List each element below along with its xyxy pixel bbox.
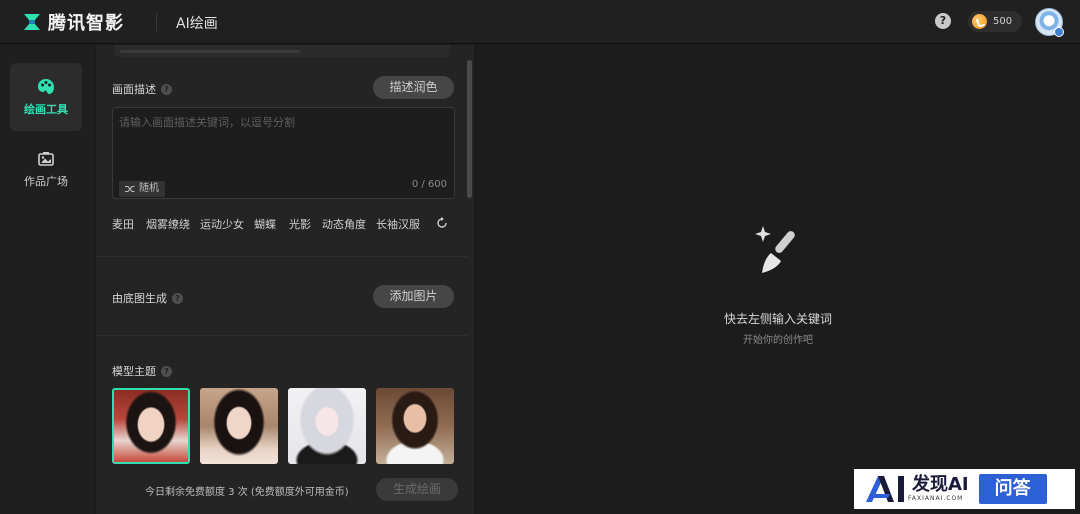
model-theme-label: 模型主题 ?: [112, 363, 172, 379]
page-title: AI绘画: [176, 16, 218, 32]
brush-sparkle-icon: [755, 226, 795, 273]
coin-balance[interactable]: 500: [968, 11, 1022, 32]
watermark-subtext: FAXIANAI.COM: [908, 495, 964, 502]
model-thumbnail[interactable]: [112, 388, 190, 464]
sidebar-item-gallery[interactable]: 作品广场: [10, 135, 82, 203]
portrait-image: [200, 388, 278, 464]
empty-state-subtitle: 开始你的创作吧: [743, 335, 813, 346]
avatar-badge-icon: [1054, 27, 1064, 37]
previous-section-stub: [114, 45, 450, 57]
brand-logo[interactable]: 腾讯智影: [22, 10, 124, 34]
question-icon[interactable]: ?: [161, 83, 172, 95]
tag-chip[interactable]: 运动少女: [200, 216, 244, 232]
refresh-icon[interactable]: [435, 216, 449, 230]
keyword-tags: 麦田 烟雾缭绕 运动少女 蝴蝶 光影 动态角度 长袖汉服: [112, 216, 456, 232]
sidebar: 绘画工具 作品广场: [0, 45, 94, 514]
top-bar: 腾讯智影 AI绘画 ? 500: [0, 0, 1080, 44]
polish-description-button[interactable]: 描述润色: [373, 76, 454, 99]
sidebar-item-label: 作品广场: [24, 175, 68, 188]
add-image-button[interactable]: 添加图片: [373, 285, 454, 308]
gallery-icon: [38, 152, 54, 166]
free-quota-text: 今日剩余免费额度 3 次 (免费额度外可用金币): [145, 487, 349, 498]
description-label-text: 画面描述: [112, 83, 156, 96]
tag-chip[interactable]: 烟雾缭绕: [146, 216, 190, 232]
watermark-logo-icon: [866, 476, 904, 502]
coin-icon: [972, 14, 987, 29]
tag-chip[interactable]: 长袖汉服: [376, 216, 420, 232]
model-theme-label-text: 模型主题: [112, 365, 156, 378]
watermark-text: 发现AI: [912, 474, 969, 495]
editor-panel: 画面描述 ? 描述润色 请输入画面描述关键词，以逗号分割 随机 0 / 600 …: [96, 45, 474, 514]
tag-chip[interactable]: 动态角度: [322, 216, 366, 232]
model-thumbnail[interactable]: [376, 388, 454, 464]
model-thumbnail[interactable]: [200, 388, 278, 464]
description-textarea[interactable]: 请输入画面描述关键词，以逗号分割 随机 0 / 600: [112, 107, 455, 199]
divider: [96, 256, 468, 257]
sidebar-item-drawing-tools[interactable]: 绘画工具: [10, 63, 82, 131]
watermark-text-block: 发现AI FAXIANAI.COM: [908, 474, 969, 503]
question-icon[interactable]: ?: [161, 365, 172, 377]
avatar[interactable]: [1035, 8, 1064, 37]
model-thumbnail[interactable]: [288, 388, 366, 464]
editor-scrollbar[interactable]: [467, 56, 473, 460]
portrait-image: [376, 388, 454, 464]
tag-chip[interactable]: 光影: [289, 216, 311, 232]
random-button[interactable]: 随机: [119, 181, 165, 197]
random-button-label: 随机: [139, 183, 159, 194]
shuffle-icon: [125, 185, 135, 193]
char-count: 0 / 600: [411, 179, 447, 190]
empty-state-title: 快去左侧输入关键词: [723, 312, 832, 326]
brand-name: 腾讯智影: [48, 13, 124, 34]
question-icon[interactable]: ?: [172, 292, 183, 304]
description-label: 画面描述 ?: [112, 81, 172, 97]
description-placeholder: 请输入画面描述关键词，以逗号分割: [119, 116, 295, 129]
portrait-image: [114, 390, 188, 462]
portrait-image: [288, 388, 366, 464]
generate-button[interactable]: 生成绘画: [376, 478, 458, 501]
watermark-badge: 问答: [978, 474, 1047, 504]
palette-icon: [38, 79, 54, 94]
sidebar-item-label: 绘画工具: [24, 103, 68, 116]
base-image-label: 由底图生成 ?: [112, 290, 183, 306]
coin-balance-value: 500: [993, 16, 1013, 27]
divider: [96, 335, 468, 336]
help-icon[interactable]: ?: [935, 13, 951, 29]
base-image-label-text: 由底图生成: [112, 292, 167, 305]
divider: [156, 13, 157, 31]
logo-icon: [24, 14, 40, 30]
scroll-thumb[interactable]: [467, 60, 472, 198]
tag-chip[interactable]: 蝴蝶: [254, 216, 276, 232]
tag-chip[interactable]: 麦田: [112, 216, 134, 232]
preview-area: 快去左侧输入关键词 开始你的创作吧: [476, 45, 1080, 514]
watermark: 发现AI FAXIANAI.COM 问答: [854, 469, 1075, 509]
